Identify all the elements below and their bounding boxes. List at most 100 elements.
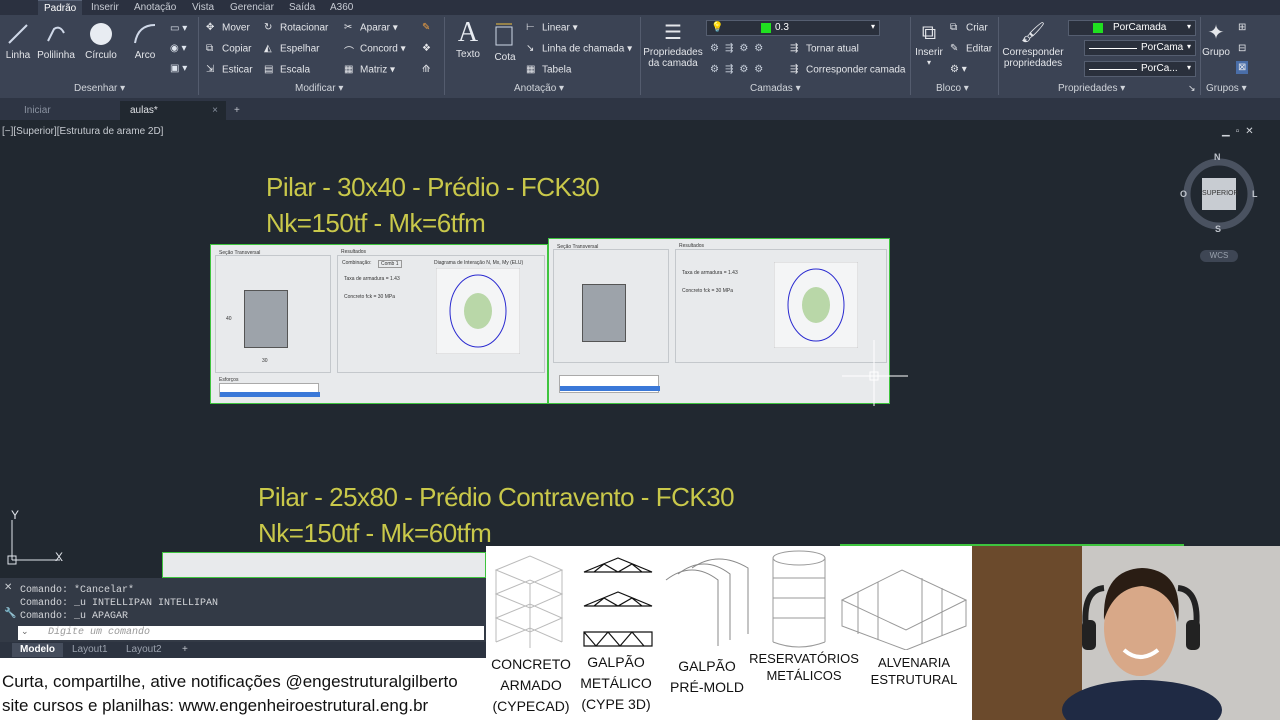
mirror-button[interactable]: ◭ Espelhar [264, 43, 319, 55]
close-icon[interactable]: × [212, 101, 218, 120]
layer-tools-row2[interactable]: ⚙⇶⚙⚙ [710, 64, 769, 75]
embedded-image-2[interactable]: Seção Transversal Resultados Taxa de arm… [548, 238, 890, 404]
color-dropdown[interactable]: PorCamada ▾ [1068, 20, 1196, 36]
compass-north[interactable]: N [1214, 152, 1221, 162]
table-button[interactable]: ▦ Tabela [526, 64, 571, 76]
wcs-menu[interactable]: WCS [1200, 250, 1238, 262]
move-button[interactable]: ✥ Mover [206, 22, 250, 34]
stretch-button[interactable]: ⇲ Esticar [206, 64, 253, 76]
arc-tool[interactable]: Arco [128, 21, 162, 61]
hatch-icon[interactable]: ◉ ▾ [170, 43, 187, 54]
panel-title-propriedades[interactable]: Propriedades ▾ [1058, 83, 1125, 94]
line-tool[interactable]: Linha [4, 21, 32, 61]
create-icon: ⧉ [950, 22, 958, 33]
footer-line-1: Curta, compartilhe, ative notificações @… [2, 672, 458, 691]
crosshair-cursor [842, 340, 908, 406]
linear-button[interactable]: ⊢ Linear ▾ [526, 22, 578, 34]
linear-icon: ⊢ [526, 22, 535, 33]
ungroup-icon[interactable]: ⊞ [1238, 22, 1246, 33]
group-select-icon[interactable]: ⊠ [1236, 61, 1249, 74]
tab-iniciar[interactable]: Iniciar [14, 101, 118, 120]
match-properties-label: Corresponder [1002, 47, 1064, 58]
wrench-icon[interactable]: 🔧 [4, 608, 16, 619]
tab-inserir[interactable]: Inserir [85, 0, 125, 15]
embedded-image-3[interactable] [162, 552, 486, 578]
compass-south[interactable]: S [1215, 224, 1221, 234]
edit-block-button[interactable]: ✎ Editar [950, 43, 992, 55]
rotate-button[interactable]: ↻ Rotacionar [264, 22, 328, 34]
block-attr-icon[interactable]: ⚙ ▾ [950, 64, 967, 75]
layer-tools-row1[interactable]: ⚙⇶⚙⚙ [710, 43, 769, 54]
create-block-button[interactable]: ⧉ Criar [950, 22, 988, 34]
dimension-tool[interactable]: Cota [490, 21, 520, 63]
layer-dropdown[interactable]: 💡 0.3 ▾ [706, 20, 880, 36]
match-properties-label-2: propriedades [1003, 58, 1063, 69]
panel-title-desenhar[interactable]: Desenhar ▾ [74, 83, 125, 94]
ucs-x-label: X [55, 550, 64, 564]
command-input[interactable]: ⌄ Digite um comando [18, 626, 484, 640]
insert-block-tool[interactable]: ⧉ Inserir ▾ [912, 19, 946, 67]
circle-icon [90, 23, 112, 45]
make-current-button[interactable]: ⇶ Tornar atual [790, 43, 859, 55]
file-tabs: Iniciar aulas* × + [0, 98, 1280, 120]
match-layer-icon: ⇶ [790, 64, 799, 75]
linetype-dropdown[interactable]: PorCama ▾ [1084, 40, 1196, 56]
tab-anotacao[interactable]: Anotação [128, 0, 182, 15]
explode-icon[interactable]: ❖ [422, 43, 431, 54]
tab-a360[interactable]: A360 [324, 0, 359, 15]
arc-icon [134, 24, 156, 44]
viewcube-face[interactable]: SUPERIOR [1202, 178, 1239, 210]
reinforcement-rate: Taxa de armadura = 1.43 [344, 276, 400, 282]
compass-east[interactable]: L [1252, 189, 1258, 199]
copy-button[interactable]: ⧉ Copiar [206, 43, 251, 55]
tab-aulas[interactable]: aulas* × [120, 101, 226, 120]
new-tab-icon[interactable]: + [228, 101, 248, 120]
leader-button[interactable]: ↘ Linha de chamada ▾ [526, 43, 632, 55]
compass-west[interactable]: O [1180, 189, 1187, 199]
group-edit-icon[interactable]: ⊟ [1238, 43, 1246, 54]
polyline-tool[interactable]: Polilinha [34, 21, 78, 61]
line-label: Linha [5, 50, 31, 61]
panel-title-modificar[interactable]: Modificar ▾ [295, 83, 343, 94]
match-layer-button[interactable]: ⇶ Corresponder camada [790, 64, 906, 76]
drawing-canvas[interactable]: [−][Superior][Estrutura de arame 2D] ▁▫✕… [0, 120, 1280, 580]
viewport-label[interactable]: [−][Superior][Estrutura de arame 2D] [2, 126, 163, 137]
circle-tool[interactable]: Círculo [82, 21, 120, 61]
tab-vista[interactable]: Vista [186, 0, 220, 15]
fillet-button[interactable]: ⌒ Concord ▾ [344, 43, 406, 58]
add-layout-icon[interactable]: + [174, 643, 196, 657]
tab-layout1[interactable]: Layout1 [64, 643, 116, 657]
command-window: ✕ 🔧 Comando: *Cancelar* Comando: _u INTE… [0, 578, 486, 642]
panel-title-bloco[interactable]: Bloco ▾ [936, 83, 969, 94]
tab-saida[interactable]: Saída [283, 0, 321, 15]
properties-launcher-icon[interactable]: ↘ [1188, 83, 1196, 94]
tab-layout2[interactable]: Layout2 [118, 643, 170, 657]
region-icon[interactable]: ▣ ▾ [170, 63, 187, 74]
panel-title-anotacao[interactable]: Anotação ▾ [514, 83, 564, 94]
efforts-selected-row [560, 386, 660, 391]
close-icon[interactable]: ✕ [4, 582, 12, 593]
trim-button[interactable]: ✂ Aparar ▾ [344, 22, 398, 34]
rectangle-icon[interactable]: ▭ ▾ [170, 23, 187, 34]
panel-title-camadas[interactable]: Camadas ▾ [750, 83, 801, 94]
match-properties-tool[interactable]: 🖌 Corresponder propriedades [1000, 19, 1066, 69]
panel-title-grupos[interactable]: Grupos ▾ [1206, 83, 1247, 94]
group-tool[interactable]: ✦ Grupo [1200, 19, 1232, 58]
array-button[interactable]: ▦ Matriz ▾ [344, 64, 395, 76]
tab-padrao[interactable]: Padrão [38, 0, 83, 15]
text-tool[interactable]: A Texto [452, 17, 484, 60]
viewcube[interactable]: N S L O SUPERIOR [1180, 152, 1258, 234]
layer-stack-icon: ☰ [664, 22, 682, 44]
edit-icon: ✎ [950, 43, 959, 54]
erase-icon[interactable]: ✎ [422, 22, 430, 33]
viewport-window-controls[interactable]: ▁▫✕ [1222, 126, 1260, 137]
offset-icon[interactable]: ⟰ [422, 64, 430, 75]
embedded-image-1[interactable]: Seção Transversal Resultados 30 40 Combi… [210, 244, 548, 404]
lineweight-dropdown[interactable]: PorCa... ▾ [1084, 61, 1196, 77]
tab-gerenciar[interactable]: Gerenciar [224, 0, 280, 15]
color-value: PorCamada [1113, 22, 1167, 33]
scale-button[interactable]: ▤ Escala [264, 64, 310, 76]
drawing-subtitle-2: Nk=150tf - Mk=60tfm [258, 518, 492, 548]
tab-modelo[interactable]: Modelo [12, 643, 63, 657]
layer-properties-tool[interactable]: ☰ Propriedades da camada [642, 19, 704, 69]
